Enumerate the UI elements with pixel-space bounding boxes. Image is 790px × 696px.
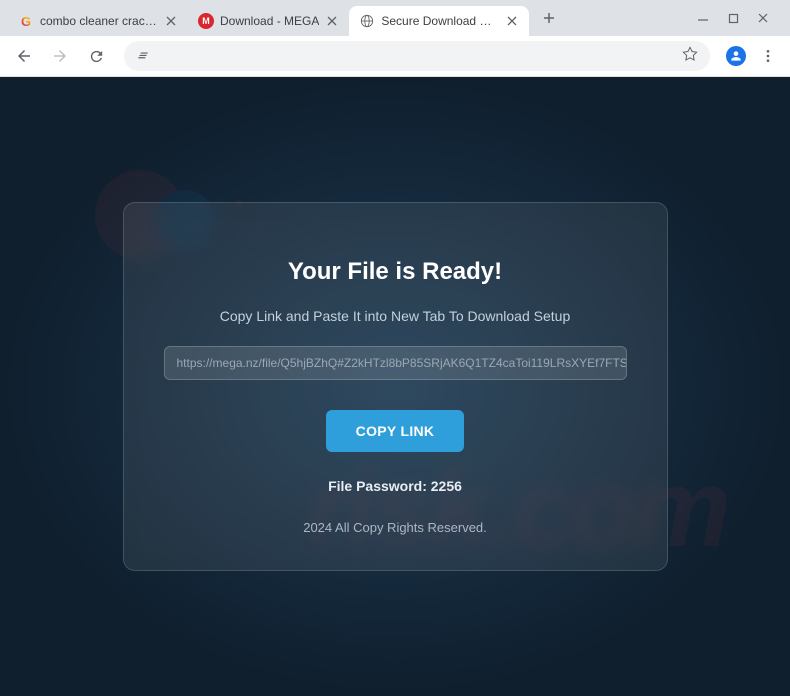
password-label: File Password: — [328, 478, 431, 494]
copyright-footer: 2024 All Copy Rights Reserved. — [164, 520, 627, 535]
tab-secure-download[interactable]: Secure Download Storage — [349, 6, 529, 36]
download-link-field[interactable]: https://mega.nz/file/Q5hjBZhQ#Z2kHTzl8bP… — [164, 346, 627, 380]
tabs-bar: G combo cleaner crack 2024 dow... M Down… — [0, 0, 790, 36]
password-value: 2256 — [431, 478, 462, 494]
close-icon[interactable] — [325, 14, 339, 28]
new-tab-button[interactable] — [535, 4, 563, 32]
download-card: Your File is Ready! Copy Link and Paste … — [123, 202, 668, 571]
toolbar — [0, 36, 790, 76]
profile-button[interactable] — [722, 42, 750, 70]
minimize-button[interactable] — [696, 11, 710, 25]
card-subtitle: Copy Link and Paste It into New Tab To D… — [164, 308, 627, 324]
reload-button[interactable] — [80, 40, 112, 72]
site-info-icon[interactable] — [136, 49, 150, 63]
close-window-button[interactable] — [756, 11, 770, 25]
back-button[interactable] — [8, 40, 40, 72]
card-title: Your File is Ready! — [164, 258, 627, 286]
forward-button[interactable] — [44, 40, 76, 72]
tab-title: combo cleaner crack 2024 dow... — [40, 14, 158, 28]
favicon-globe — [359, 13, 375, 29]
close-icon[interactable] — [164, 14, 178, 28]
favicon-google: G — [18, 13, 34, 29]
tab-title: Secure Download Storage — [381, 14, 499, 28]
window-controls — [696, 11, 782, 25]
bookmark-icon[interactable] — [682, 46, 698, 67]
close-icon[interactable] — [505, 14, 519, 28]
favicon-mega: M — [198, 13, 214, 29]
menu-button[interactable] — [754, 42, 782, 70]
copy-link-button[interactable]: COPY LINK — [326, 410, 465, 452]
tab-google-search[interactable]: G combo cleaner crack 2024 dow... — [8, 6, 188, 36]
profile-avatar-icon — [726, 46, 746, 66]
tab-mega[interactable]: M Download - MEGA — [188, 6, 349, 36]
maximize-button[interactable] — [726, 11, 740, 25]
browser-chrome: G combo cleaner crack 2024 dow... M Down… — [0, 0, 790, 77]
file-password: File Password: 2256 — [164, 478, 627, 494]
tab-title: Download - MEGA — [220, 14, 319, 28]
page-content: risk.com Your File is Ready! Copy Link a… — [0, 77, 790, 696]
address-input[interactable] — [158, 49, 674, 64]
address-bar[interactable] — [124, 41, 710, 71]
